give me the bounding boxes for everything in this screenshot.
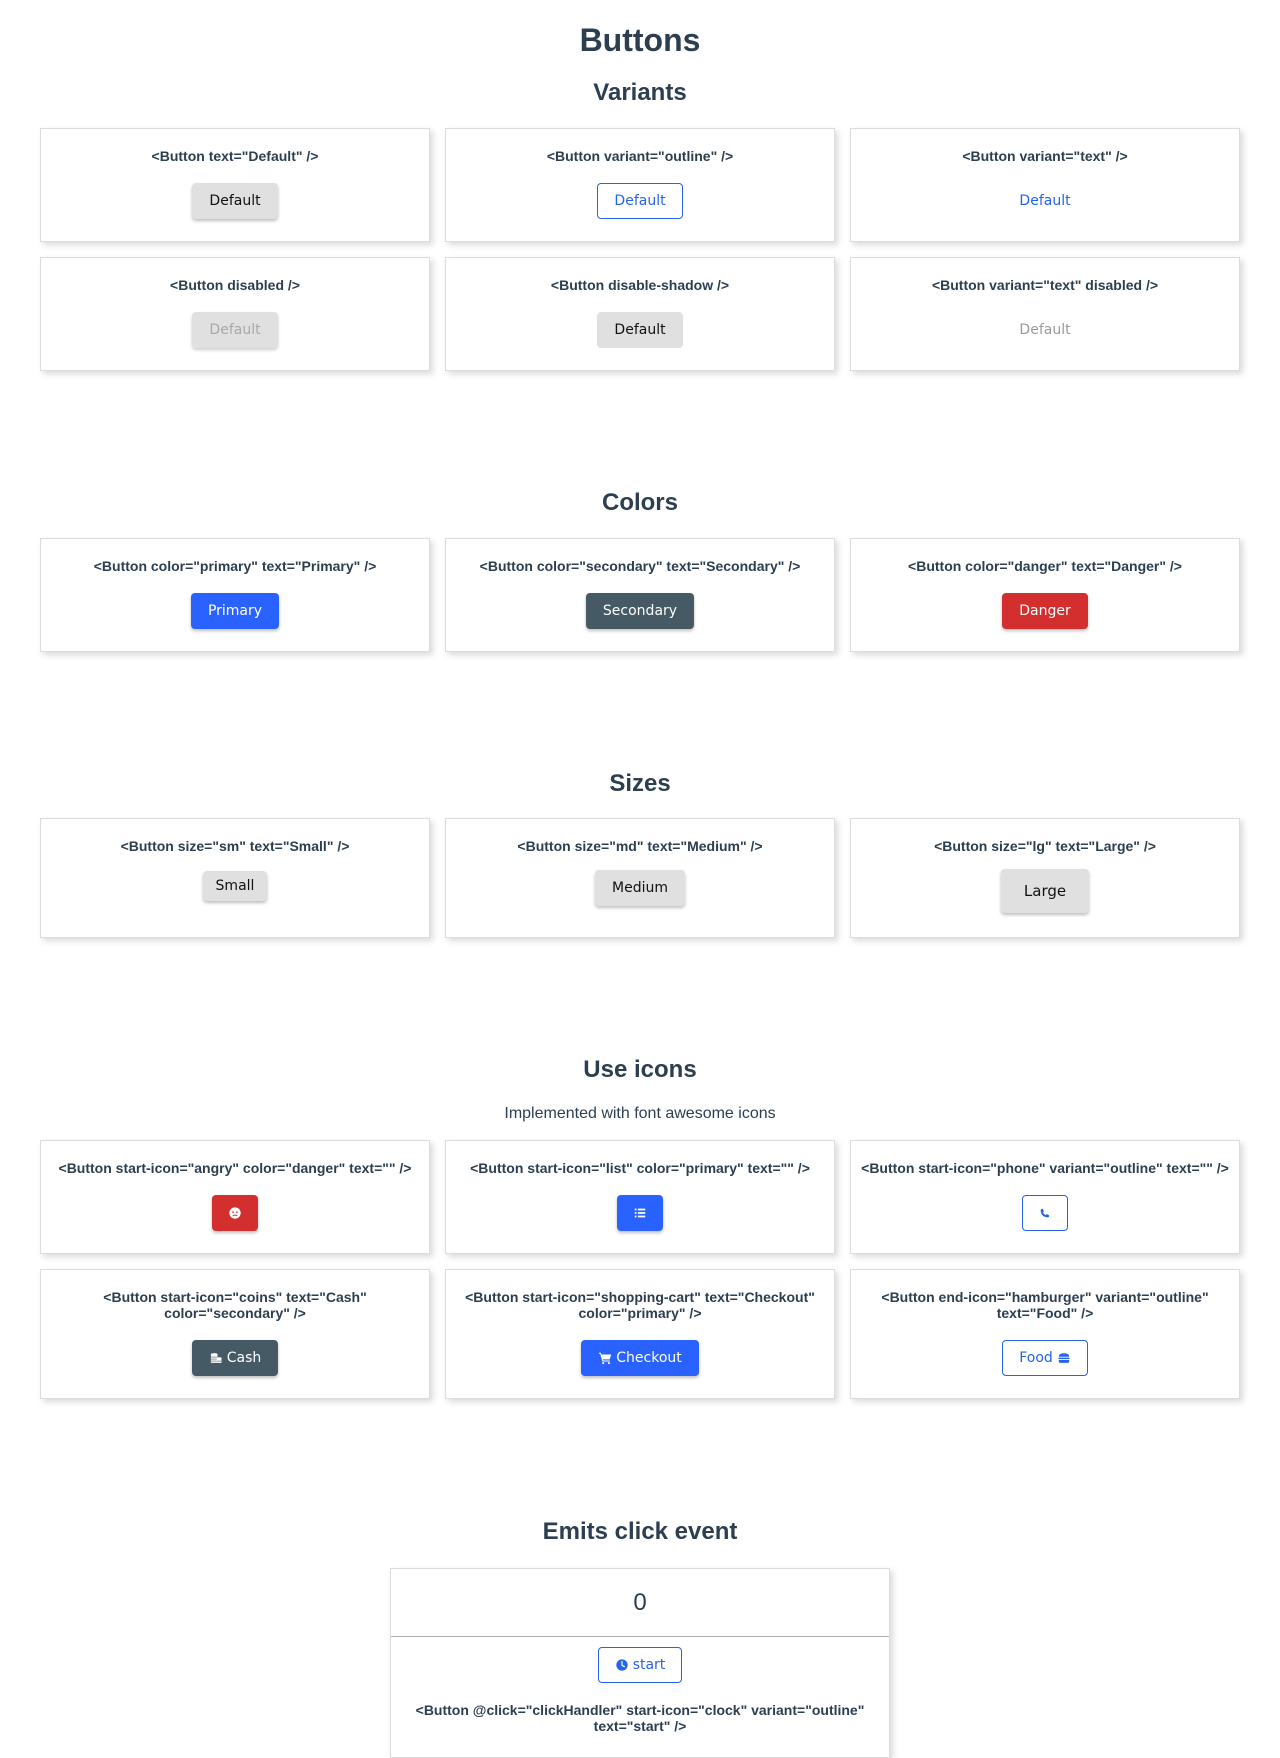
hamburger-icon [1057,1351,1071,1365]
primary-button[interactable]: Primary [190,593,280,629]
color-card-secondary: <Button color="secondary" text="Secondar… [445,538,835,652]
large-button[interactable]: Large [1000,869,1090,913]
text-button[interactable]: Default [1002,183,1087,219]
food-button[interactable]: Food [1002,1340,1088,1376]
code-label: <Button disabled /> [170,277,300,293]
icon-card-angry: <Button start-icon="angry" color="danger… [40,1140,430,1254]
section-title-click: Emits click event [542,1518,738,1545]
variant-card-outline: <Button variant="outline" /> Default [445,128,835,242]
code-label: <Button color="primary" text="Primary" /… [93,558,377,574]
variant-card-default: <Button text="Default" /> Default [40,128,430,242]
size-card-md: <Button size="md" text="Medium" /> Mediu… [445,818,835,938]
color-card-danger: <Button color="danger" text="Danger" /> … [850,538,1240,652]
medium-button[interactable]: Medium [595,870,685,906]
default-button[interactable]: Default [192,183,278,219]
sizes-grid: <Button size="sm" text="Small" /> Small … [40,818,1241,938]
code-label: <Button start-icon="angry" color="danger… [58,1160,412,1176]
code-label: <Button size="sm" text="Small" /> [120,838,350,854]
variant-card-text: <Button variant="text" /> Default [850,128,1240,242]
phone-icon [1038,1206,1052,1220]
color-card-primary: <Button color="primary" text="Primary" /… [40,538,430,652]
code-label: <Button @click="clickHandler" start-icon… [415,1702,865,1734]
start-button[interactable]: start [597,1647,683,1683]
icons-grid: <Button start-icon="angry" color="danger… [40,1140,1241,1399]
section-subtitle-icons: Implemented with font awesome icons [504,1105,776,1122]
page-title: Buttons [579,22,701,58]
angry-icon [228,1206,242,1220]
disabled-button: Default [192,312,278,348]
outline-button[interactable]: Default [597,183,683,219]
click-event-card: 0 start <Button @click="clickHandler" st… [390,1568,890,1758]
small-button[interactable]: Small [202,871,268,901]
code-label: <Button color="secondary" text="Secondar… [479,558,801,574]
checkout-button[interactable]: Checkout [581,1340,699,1376]
danger-button[interactable]: Danger [1002,593,1088,629]
variants-grid: <Button text="Default" /> Default <Butto… [40,128,1241,371]
code-label: <Button variant="text" disabled /> [931,277,1159,293]
code-label: <Button start-icon="coins" text="Cash" c… [103,1289,367,1321]
variant-card-disabled: <Button disabled /> Default [40,257,430,371]
code-label: <Button text="Default" /> [151,148,319,164]
click-counter: 0 [391,1569,889,1637]
icon-card-coins: <Button start-icon="coins" text="Cash" c… [40,1269,430,1399]
variant-card-no-shadow: <Button disable-shadow /> Default [445,257,835,371]
code-label: <Button color="danger" text="Danger" /> [908,558,1182,574]
code-label: <Button variant="outline" /> [546,148,734,164]
section-title-icons: Use icons [583,1056,697,1083]
cash-button-label: Cash [226,1350,262,1366]
section-title-sizes: Sizes [609,770,671,797]
colors-grid: <Button color="primary" text="Primary" /… [40,538,1241,652]
variant-card-text-disabled: <Button variant="text" disabled /> Defau… [850,257,1240,371]
shopping-cart-icon [598,1351,612,1365]
code-label: <Button start-icon="list" color="primary… [470,1160,810,1176]
code-label: <Button start-icon="shopping-cart" text=… [465,1289,815,1321]
coins-icon [209,1351,223,1365]
food-button-label: Food [1019,1350,1053,1366]
section-title-colors: Colors [601,489,678,516]
checkout-button-label: Checkout [616,1350,682,1366]
code-label: <Button disable-shadow /> [550,277,730,293]
size-card-sm: <Button size="sm" text="Small" /> Small [40,818,430,938]
icon-card-hamburger: <Button end-icon="hamburger" variant="ou… [850,1269,1240,1399]
list-button[interactable] [617,1195,663,1231]
code-label: <Button variant="text" /> [962,148,1128,164]
code-label: <Button end-icon="hamburger" variant="ou… [881,1289,1209,1321]
phone-button[interactable] [1022,1195,1068,1231]
text-disabled-button: Default [1002,312,1087,348]
start-button-label: start [632,1657,666,1673]
icon-card-list: <Button start-icon="list" color="primary… [445,1140,835,1254]
icon-card-shopping-cart: <Button start-icon="shopping-cart" text=… [445,1269,835,1399]
list-icon [633,1206,647,1220]
code-label: <Button size="lg" text="Large" /> [934,838,1156,854]
section-title-variants: Variants [593,79,687,106]
size-card-lg: <Button size="lg" text="Large" /> Large [850,818,1240,938]
no-shadow-button[interactable]: Default [597,312,683,348]
code-label: <Button start-icon="phone" variant="outl… [861,1160,1229,1176]
code-label: <Button size="md" text="Medium" /> [517,838,763,854]
icon-card-phone: <Button start-icon="phone" variant="outl… [850,1140,1240,1254]
cash-button[interactable]: Cash [191,1340,279,1376]
angry-button[interactable] [212,1195,258,1231]
secondary-button[interactable]: Secondary [585,593,695,629]
clock-icon [615,1658,629,1672]
